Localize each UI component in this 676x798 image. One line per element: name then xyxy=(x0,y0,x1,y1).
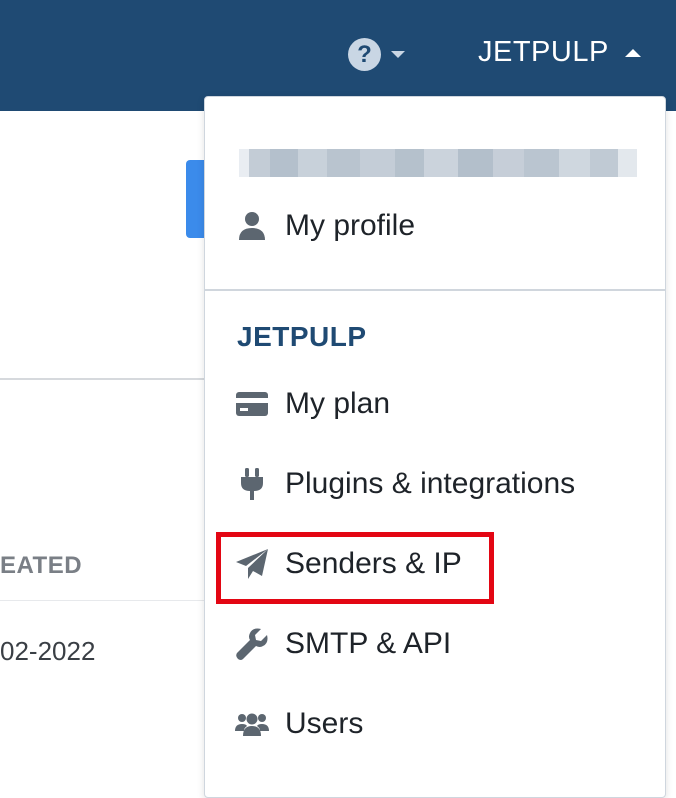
account-dropdown-menu: My profile JETPULP My plan Plugins & int… xyxy=(204,96,666,798)
highlight-box xyxy=(216,532,494,604)
user-icon xyxy=(235,209,269,243)
table-column-header: EATED xyxy=(0,552,83,579)
chevron-up-icon xyxy=(624,48,641,57)
help-menu-button[interactable]: ? xyxy=(348,38,405,71)
users-icon xyxy=(235,707,269,741)
menu-item-plugins-integrations[interactable]: Plugins & integrations xyxy=(235,467,575,501)
help-icon: ? xyxy=(348,38,381,71)
credit-card-icon xyxy=(235,387,269,421)
organization-section-title: JETPULP xyxy=(237,321,367,352)
table-cell-date: 02-2022 xyxy=(0,636,96,666)
chevron-down-icon xyxy=(391,51,405,58)
divider xyxy=(0,378,210,380)
redacted-email xyxy=(239,149,638,177)
account-menu-button[interactable]: JETPULP xyxy=(478,36,641,69)
menu-item-users[interactable]: Users xyxy=(235,707,363,741)
account-name: JETPULP xyxy=(478,36,609,68)
menu-item-label: My profile xyxy=(285,209,416,242)
divider xyxy=(0,600,210,601)
menu-item-label: Users xyxy=(285,707,364,740)
plug-icon xyxy=(235,467,269,501)
divider xyxy=(205,289,665,291)
top-navigation-bar: ? JETPULP xyxy=(0,0,676,111)
menu-item-my-profile[interactable]: My profile xyxy=(235,209,415,243)
wrench-icon xyxy=(235,627,269,661)
menu-item-label: My plan xyxy=(285,387,391,420)
menu-item-label: Plugins & integrations xyxy=(285,467,576,500)
menu-item-label: SMTP & API xyxy=(285,627,452,660)
menu-item-my-plan[interactable]: My plan xyxy=(235,387,390,421)
menu-item-smtp-api[interactable]: SMTP & API xyxy=(235,627,451,661)
